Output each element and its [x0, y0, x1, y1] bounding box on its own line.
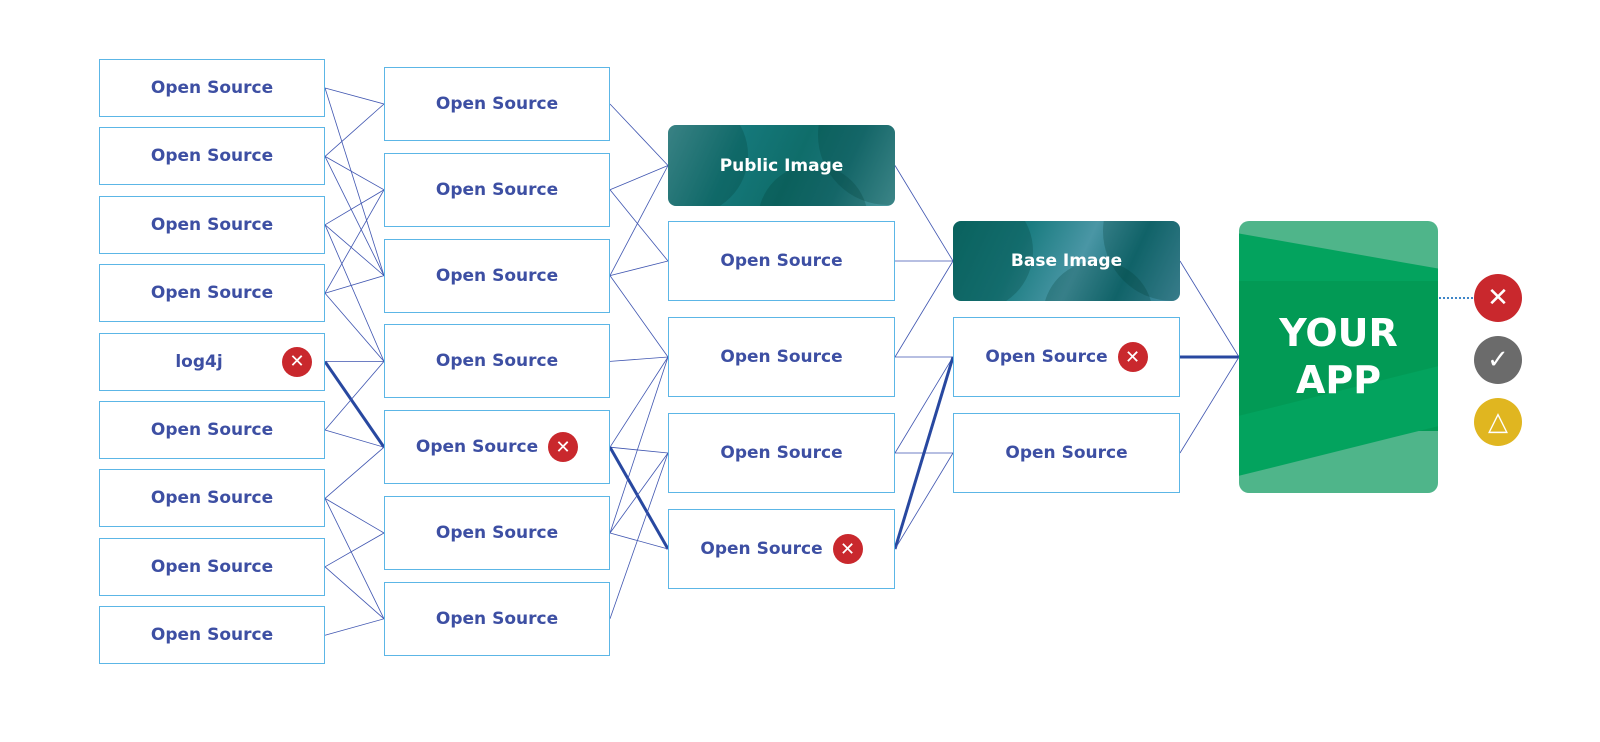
node-label: Open Source	[150, 78, 274, 98]
node-label: Open Source	[985, 347, 1108, 367]
check-icon: ✓	[1474, 336, 1522, 384]
dependency-edge	[324, 224, 385, 362]
dependency-edge	[609, 356, 669, 448]
dependency-edge	[894, 452, 954, 550]
node-label: Open Source	[435, 265, 559, 286]
dependency-edge	[1179, 260, 1240, 358]
dependency-edge	[324, 532, 385, 568]
open-source-package: Open Source ✕	[953, 317, 1180, 397]
node-label: log4j	[175, 351, 223, 372]
open-source-package: Open Source	[668, 413, 895, 493]
open-source-package: Open Source	[99, 127, 325, 186]
dependency-edge	[324, 156, 385, 276]
open-source-package: Open Source	[668, 317, 895, 397]
node-label: Public Image	[719, 155, 844, 176]
dependency-edge	[609, 165, 669, 276]
open-source-package: Open Source	[384, 496, 610, 570]
vulnerability-x-icon: ✕	[832, 534, 863, 564]
dependency-edge	[324, 566, 385, 620]
vulnerability-x-icon: ✕	[1117, 342, 1148, 372]
vulnerability-x-icon: ✕	[282, 346, 312, 377]
open-source-package: Open Source ✕	[668, 509, 895, 589]
open-source-package: Open Source	[99, 264, 325, 323]
dependency-edge	[609, 446, 669, 454]
node-label: Open Source	[435, 179, 559, 200]
vulnerability-x-icon: ✕	[548, 432, 579, 463]
dependency-edge	[324, 224, 385, 276]
open-source-package: Open Source	[384, 581, 610, 656]
app-label-line1: YOUR	[1279, 310, 1398, 355]
node-label: Open Source	[435, 94, 559, 114]
dependency-edge	[324, 103, 385, 157]
node-label: Open Source	[150, 556, 274, 577]
node-label: Open Source	[415, 437, 539, 458]
dependency-edge	[324, 189, 385, 294]
dependency-edge	[324, 446, 385, 499]
check-glyph: ✓	[1487, 345, 1509, 375]
dependency-edge	[609, 165, 669, 191]
open-source-package: Open Source	[384, 152, 610, 227]
public-image: Public Image	[668, 125, 895, 206]
node-label: Open Source	[1005, 443, 1128, 463]
x-glyph: ✕	[1487, 283, 1509, 313]
open-source-package: Open Source	[953, 413, 1180, 493]
dependency-edge	[894, 356, 954, 454]
open-source-package: Open Source	[384, 324, 610, 399]
dependency-edge	[324, 498, 385, 619]
dependency-edge	[324, 189, 385, 226]
open-source-package: Open Source	[99, 195, 325, 254]
open-source-package: Open Source	[99, 537, 325, 596]
open-source-package: Open Source ✕	[384, 410, 610, 485]
node-label: Open Source	[720, 347, 843, 367]
dependency-edge	[324, 87, 385, 105]
vulnerable-dependency-edge	[323, 360, 386, 449]
node-label: Open Source	[700, 539, 823, 559]
dependency-edge	[324, 156, 385, 191]
open-source-package: Open Source	[384, 67, 610, 141]
open-source-package: Open Source	[99, 401, 325, 459]
dependency-edge	[894, 165, 954, 262]
dependency-edge	[609, 189, 669, 262]
node-label: Open Source	[435, 523, 559, 543]
node-label: Open Source	[150, 625, 274, 646]
dependency-edge	[894, 260, 954, 358]
dependency-edge	[609, 275, 669, 358]
dependency-edge	[324, 87, 385, 276]
package-log4j: log4j ✕	[99, 332, 325, 391]
open-source-package: Open Source	[384, 238, 610, 313]
warning-triangle-icon: △	[1474, 398, 1522, 446]
open-source-package: Open Source	[99, 606, 325, 665]
dependency-edge	[324, 292, 385, 362]
node-label: Open Source	[435, 351, 559, 372]
node-label: Open Source	[150, 488, 274, 509]
dependency-edge	[609, 260, 669, 276]
app-label-line2: APP	[1295, 358, 1382, 402]
dependency-edge	[324, 361, 385, 431]
node-label: Open Source	[720, 251, 843, 271]
dependency-edge	[609, 356, 669, 362]
warning-glyph: △	[1488, 407, 1508, 437]
open-source-package: Open Source	[668, 221, 895, 301]
dependency-edge	[609, 356, 669, 534]
node-label: Open Source	[720, 443, 843, 463]
open-source-package: Open Source	[99, 59, 325, 117]
your-app-box: YOUR APP	[1239, 221, 1438, 493]
node-label: Open Source	[150, 283, 274, 304]
dependency-edge	[609, 103, 669, 166]
node-label: Open Source	[150, 146, 274, 167]
node-label: Open Source	[150, 214, 274, 235]
dependency-edge	[324, 618, 385, 636]
vulnerable-dependency-edge	[608, 446, 670, 550]
base-image: Base Image	[953, 221, 1180, 301]
node-label: Base Image	[1010, 251, 1123, 271]
open-source-package: Open Source	[99, 469, 325, 528]
node-label: Open Source	[435, 608, 559, 629]
x-icon: ✕	[1474, 274, 1522, 322]
node-label: Open Source	[150, 420, 274, 440]
dependency-edge	[1179, 356, 1240, 454]
